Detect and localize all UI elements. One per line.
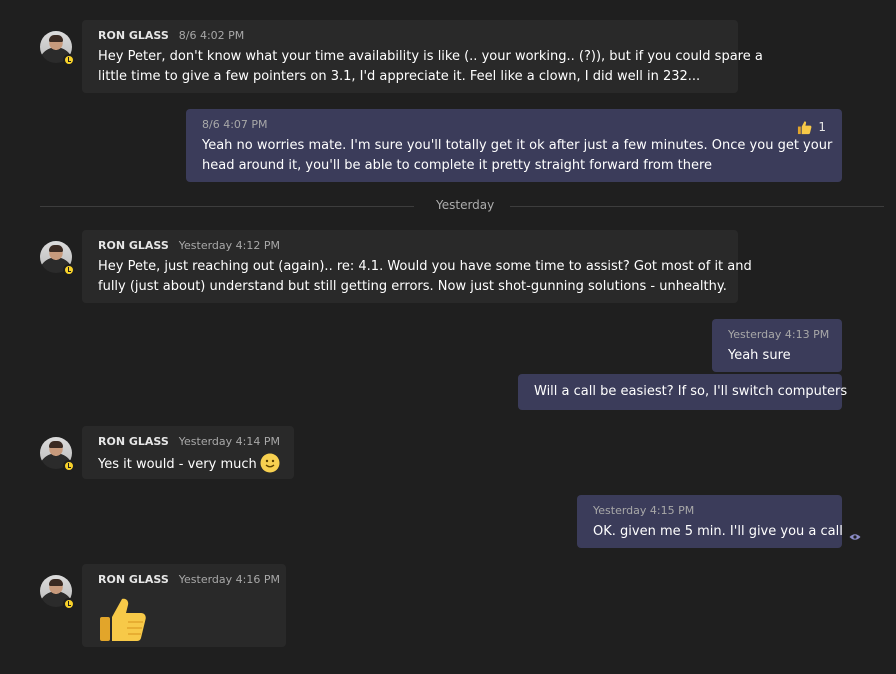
smile-icon (260, 453, 280, 473)
away-status-icon (63, 598, 75, 610)
message-bubble[interactable]: RON GLASS Yesterday 4:16 PM (82, 564, 286, 647)
message-bubble[interactable]: Yesterday 4:13 PM Yeah sure (712, 319, 842, 372)
timestamp: Yesterday 4:12 PM (178, 239, 280, 252)
timestamp: Yesterday 4:16 PM (178, 573, 280, 586)
away-status-icon (63, 264, 75, 276)
message-bubble[interactable]: 8/6 4:07 PM Yeah no worries mate. I'm su… (186, 109, 842, 182)
sender-name: RON GLASS (98, 239, 169, 252)
away-status-icon (63, 54, 75, 66)
date-divider-label: Yesterday (436, 198, 495, 212)
message-text: OK. given me 5 min. I'll give you a call (593, 524, 843, 539)
message-text: little time to give a few pointers on 3.… (98, 69, 701, 84)
sender-name: RON GLASS (98, 573, 169, 586)
message-text: Yeah no worries mate. I'm sure you'll to… (202, 138, 833, 153)
avatar[interactable] (40, 241, 75, 276)
message-text: Hey Peter, don't know what your time ava… (98, 49, 763, 64)
timestamp: Yesterday 4:15 PM (593, 504, 695, 517)
message-text: Yeah sure (728, 348, 791, 363)
timestamp: 8/6 4:02 PM (178, 29, 245, 42)
message-bubble[interactable]: Yesterday 4:15 PM OK. given me 5 min. I'… (577, 495, 843, 548)
message-text: head around it, you'll be able to comple… (202, 158, 713, 173)
message-text: fully (just about) understand but still … (98, 279, 727, 294)
timestamp: Yesterday 4:14 PM (178, 435, 280, 448)
reaction-badge[interactable]: 1 (797, 117, 826, 137)
message-bubble[interactable]: RON GLASS Yesterday 4:14 PM Yes it would … (82, 426, 294, 479)
avatar[interactable] (40, 575, 75, 610)
away-status-icon (63, 460, 75, 472)
thumbs-up-icon (798, 120, 812, 134)
sender-name: RON GLASS (98, 435, 169, 448)
message-text: Yes it would - very much (98, 457, 257, 472)
date-divider: Yesterday (40, 197, 884, 215)
message-text: Hey Pete, just reaching out (again).. re… (98, 259, 752, 274)
thumbs-up-icon (100, 598, 146, 641)
seen-icon (849, 534, 861, 540)
reaction-count: 1 (818, 120, 826, 134)
message-text: Will a call be easiest? If so, I'll swit… (534, 384, 848, 399)
sender-name: RON GLASS (98, 29, 169, 42)
avatar[interactable] (40, 31, 75, 66)
timestamp: 8/6 4:07 PM (202, 118, 268, 131)
message-bubble[interactable]: RON GLASS 8/6 4:02 PM Hey Peter, don't kn… (82, 20, 763, 93)
message-bubble[interactable]: RON GLASS Yesterday 4:12 PM Hey Pete, jus… (82, 230, 752, 303)
timestamp: Yesterday 4:13 PM (728, 328, 830, 341)
avatar[interactable] (40, 437, 75, 472)
message-bubble[interactable]: Will a call be easiest? If so, I'll swit… (518, 374, 848, 410)
